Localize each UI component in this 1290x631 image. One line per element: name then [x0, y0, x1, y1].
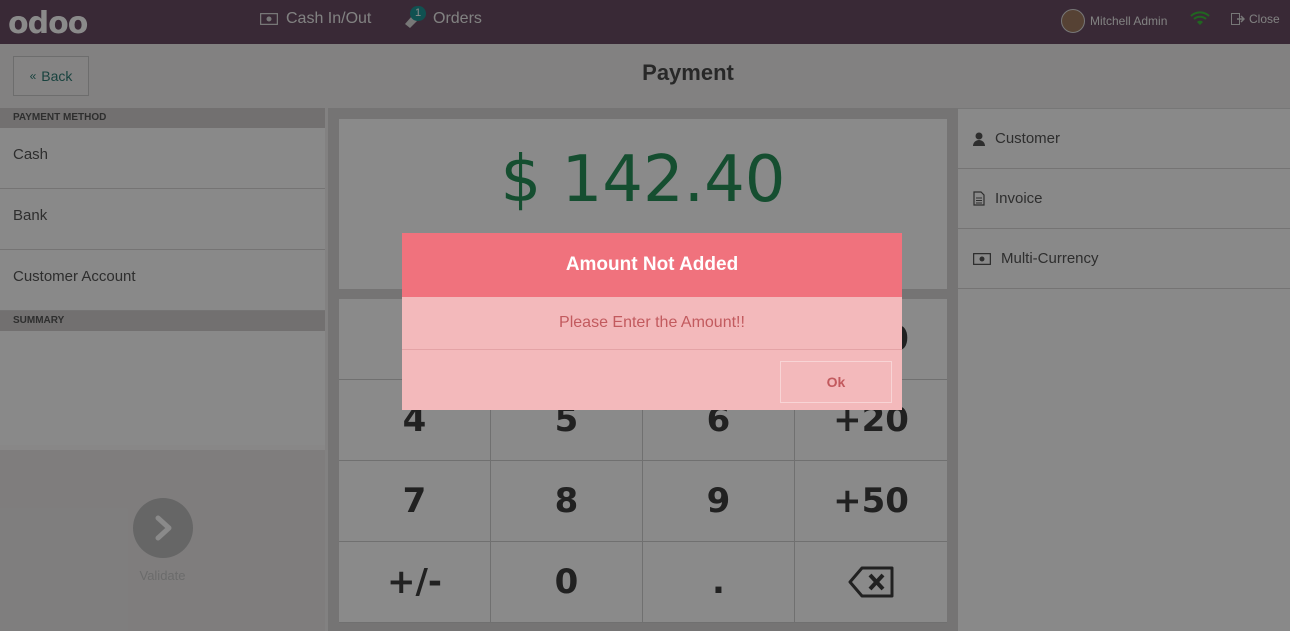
dialog-message: Please Enter the Amount!! [402, 297, 902, 350]
ok-button[interactable]: Ok [780, 361, 892, 403]
error-dialog: Amount Not Added Please Enter the Amount… [402, 233, 902, 410]
dialog-title: Amount Not Added [402, 233, 902, 297]
